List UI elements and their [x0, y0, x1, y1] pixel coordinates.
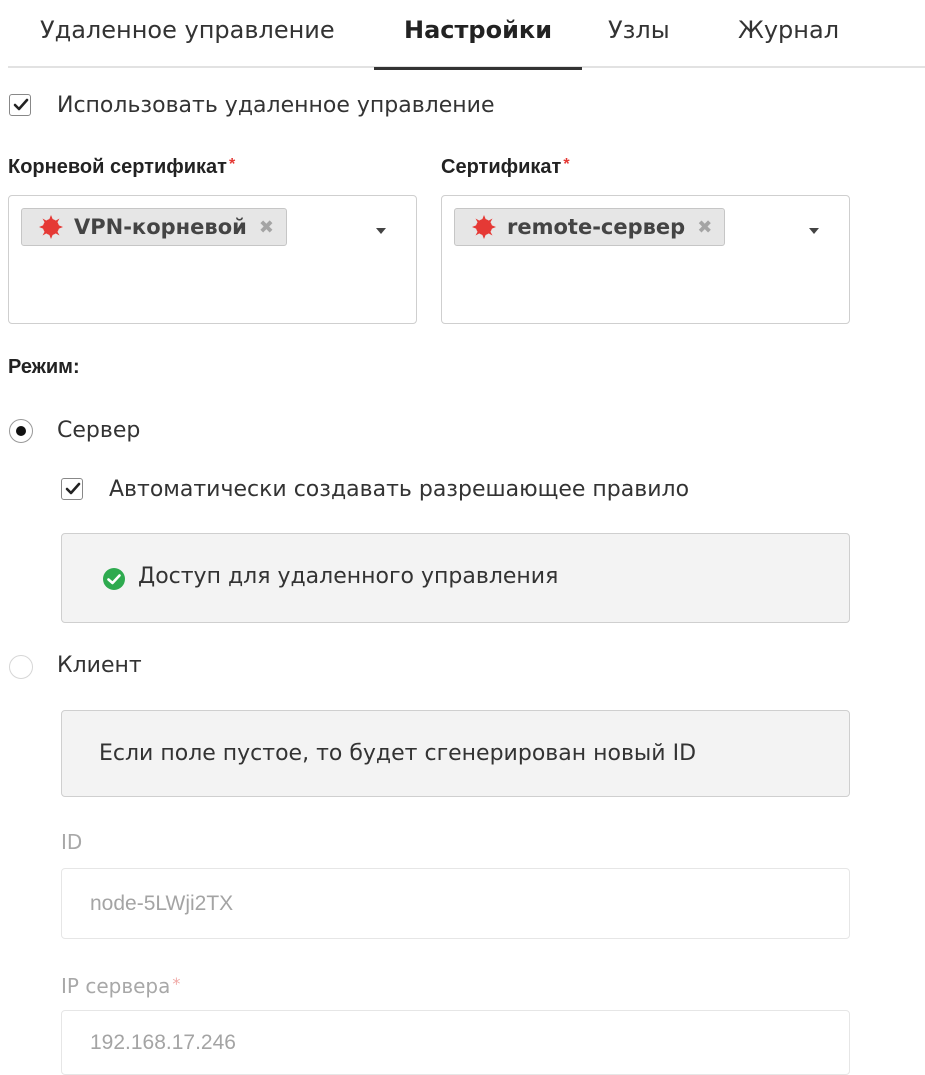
check-icon: [65, 482, 81, 495]
root-cert-label: Корневой сертификат *: [8, 156, 235, 179]
gear-icon: [472, 215, 496, 239]
cert-label-text: Сертификат: [441, 156, 562, 178]
server-label: Сервер: [57, 418, 141, 443]
gear-icon: [39, 215, 63, 239]
use-remote-checkbox[interactable]: [9, 94, 31, 116]
client-radio[interactable]: [9, 655, 33, 679]
rule-box: Доступ для удаленного управления: [61, 533, 850, 623]
root-cert-tag: VPN-корневой ✖: [21, 208, 287, 246]
tab-journal[interactable]: Журнал: [738, 14, 839, 68]
cert-select[interactable]: remote-сервер ✖: [441, 195, 850, 324]
required-mark: *: [563, 156, 570, 173]
mode-label: Режим:: [8, 356, 80, 378]
check-circle-icon: [103, 568, 125, 590]
close-icon[interactable]: ✖: [259, 217, 274, 238]
rule-box-text: Доступ для удаленного управления: [138, 564, 559, 589]
auto-rule-label: Автоматически создавать разрешающее прав…: [109, 477, 690, 502]
root-cert-tag-text: VPN-корневой: [74, 215, 247, 239]
id-label: ID: [61, 830, 83, 854]
chevron-down-icon[interactable]: [809, 228, 819, 234]
server-ip-label: IP сервера *: [61, 974, 180, 998]
cert-tag: remote-сервер ✖: [454, 208, 726, 246]
use-remote-label: Использовать удаленное управление: [57, 93, 495, 118]
tab-settings[interactable]: Настройки: [373, 14, 583, 70]
client-label: Клиент: [57, 653, 142, 678]
required-mark: *: [172, 974, 181, 993]
close-icon[interactable]: ✖: [697, 217, 712, 238]
tab-nodes[interactable]: Узлы: [608, 14, 670, 68]
server-radio[interactable]: [9, 419, 33, 443]
root-cert-select[interactable]: VPN-корневой ✖: [8, 195, 417, 324]
server-ip-label-text: IP сервера: [61, 974, 171, 998]
tab-remote-management[interactable]: Удаленное управление: [40, 14, 335, 68]
chevron-down-icon[interactable]: [376, 228, 386, 234]
cert-tag-text: remote-сервер: [507, 215, 686, 239]
root-cert-label-text: Корневой сертификат: [8, 156, 227, 178]
required-mark: *: [228, 156, 236, 173]
tab-bar: Удаленное управление Настройки Узлы Журн…: [8, 0, 925, 70]
client-hint-text: Если поле пустое, то будет сгенерирован …: [99, 741, 697, 766]
id-input[interactable]: [61, 868, 850, 939]
cert-label: Сертификат *: [441, 156, 570, 179]
auto-rule-checkbox[interactable]: [61, 478, 83, 500]
server-ip-input[interactable]: [61, 1010, 850, 1075]
client-hint-box: Если поле пустое, то будет сгенерирован …: [61, 710, 850, 797]
check-icon: [13, 98, 29, 111]
